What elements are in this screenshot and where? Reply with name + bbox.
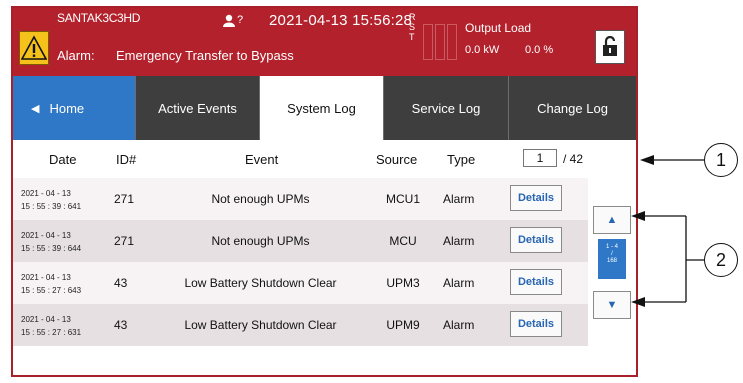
callout-1: 1 <box>704 143 738 177</box>
callout-2: 2 <box>704 243 738 277</box>
callout-arrows <box>631 155 704 307</box>
